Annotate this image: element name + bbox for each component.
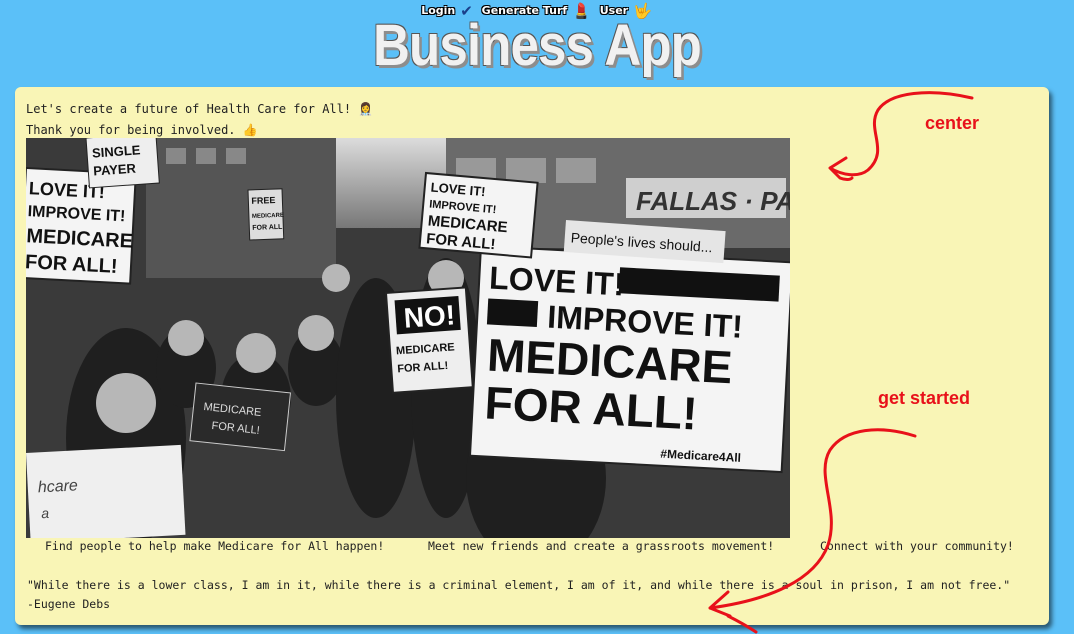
svg-text:hcare: hcare (37, 477, 78, 496)
sign-main-line-1: LOVE IT! (488, 260, 625, 303)
svg-text:FOR ALL: FOR ALL (252, 224, 283, 232)
quote-block: "While there is a lower class, I am in i… (27, 576, 1010, 614)
feature-meet-friends: Meet new friends and create a grassroots… (428, 539, 775, 553)
intro-text: Let's create a future of Health Care for… (26, 99, 373, 141)
health-worker-icon: 👩‍⚕️ (358, 102, 374, 116)
annotation-center: center (925, 113, 980, 133)
feature-find-people: Find people to help make Medicare for Al… (45, 539, 385, 553)
sign-free-line-1: FREE (251, 195, 275, 206)
thumbs-up-icon: 👍 (242, 123, 258, 137)
sign-no: NO! (403, 299, 456, 334)
quote-author: -Eugene Debs (27, 597, 111, 611)
protest-photo: FALLAS · PAREDES (26, 138, 790, 538)
intro-line-2: Thank you for being involved. (26, 123, 236, 137)
store-sign-text: FALLAS · PAREDES (636, 186, 790, 216)
main-card: Let's create a future of Health Care for… (15, 87, 1049, 625)
sign-main-line-4: FOR ALL! (483, 376, 698, 439)
annotation-get-started: get started (878, 388, 971, 408)
intro-line-1: Let's create a future of Health Care for… (26, 102, 352, 116)
svg-text:MEDICARE: MEDICARE (252, 213, 284, 220)
app-title: Business App (373, 13, 702, 78)
sign-payer-line-2: PAYER (93, 161, 137, 179)
feature-connect: Connect with your community! (820, 539, 1014, 553)
quote-text: "While there is a lower class, I am in i… (27, 578, 1011, 592)
svg-text:a: a (41, 505, 50, 521)
